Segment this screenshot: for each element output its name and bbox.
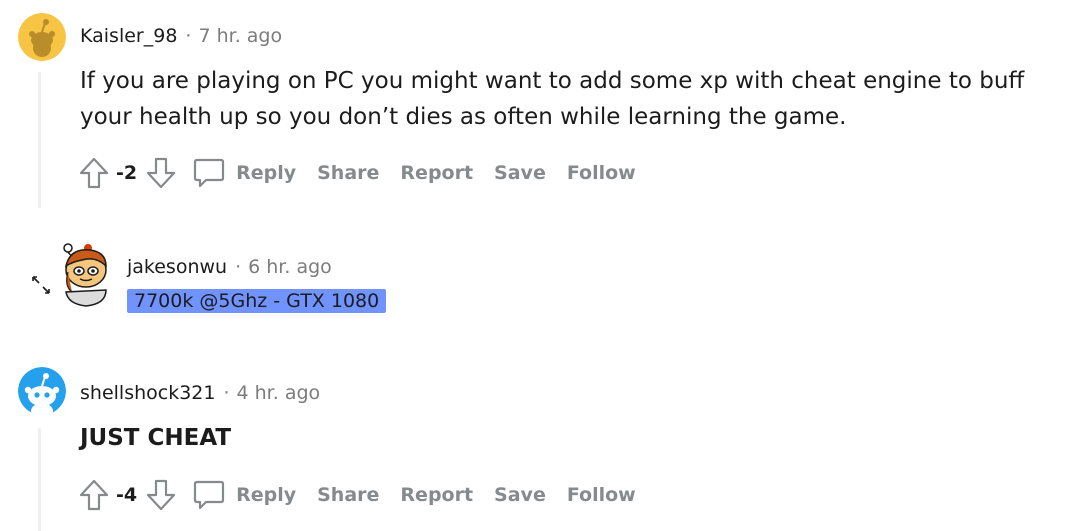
- follow-button[interactable]: Follow: [567, 162, 636, 184]
- meta-separator: ·: [223, 382, 230, 404]
- share-button[interactable]: Share: [317, 162, 379, 184]
- vote-score: -4: [116, 484, 138, 506]
- thread-line[interactable]: [38, 428, 41, 531]
- timestamp[interactable]: 7 hr. ago: [198, 25, 282, 47]
- comment-body: If you are playing on PC you might want …: [80, 68, 1025, 130]
- timestamp[interactable]: 4 hr. ago: [237, 382, 321, 404]
- save-button[interactable]: Save: [494, 484, 546, 506]
- reply-label: Reply: [236, 484, 297, 506]
- reply-label: Reply: [236, 162, 297, 184]
- reply-button[interactable]: Reply: [192, 478, 317, 512]
- comment-body: JUST CHEAT: [80, 425, 232, 451]
- avatar-kaisler[interactable]: [18, 13, 66, 61]
- comment-actions: -2 Reply Share Report Save Follow: [78, 155, 657, 191]
- follow-button[interactable]: Follow: [567, 484, 636, 506]
- thread-line[interactable]: [38, 72, 41, 208]
- reply-button[interactable]: Reply: [192, 156, 317, 190]
- downvote-arrow-icon[interactable]: [145, 478, 177, 512]
- report-button[interactable]: Report: [400, 484, 473, 506]
- avatar-shellshock[interactable]: [18, 367, 66, 415]
- comment-meta: Kaisler_98 · 7 hr. ago: [80, 25, 282, 47]
- report-button[interactable]: Report: [400, 162, 473, 184]
- user-flair: 7700k @5Ghz - GTX 1080: [127, 289, 387, 313]
- snoo-avatar-icon: [18, 367, 66, 415]
- comment-bubble-icon: [192, 156, 226, 190]
- vote-score: -2: [116, 162, 138, 184]
- author-link[interactable]: Kaisler_98: [80, 25, 177, 47]
- snoo-avatar-icon: [63, 243, 107, 307]
- snoo-avatar-icon: [18, 13, 66, 61]
- timestamp[interactable]: 6 hr. ago: [248, 256, 332, 278]
- save-button[interactable]: Save: [494, 162, 546, 184]
- avatar-jakesonwu[interactable]: [60, 242, 114, 308]
- author-link[interactable]: jakesonwu: [127, 256, 227, 278]
- expand-arrows-icon[interactable]: [30, 274, 52, 300]
- upvote-arrow-icon[interactable]: [78, 478, 110, 512]
- meta-separator: ·: [185, 25, 192, 47]
- author-link[interactable]: shellshock321: [80, 382, 215, 404]
- share-button[interactable]: Share: [317, 484, 379, 506]
- comment-actions: -4 Reply Share Report Save Follow: [78, 477, 657, 513]
- comment-bubble-icon: [192, 478, 226, 512]
- downvote-arrow-icon[interactable]: [145, 156, 177, 190]
- comment-meta: shellshock321 · 4 hr. ago: [80, 382, 320, 404]
- comment-meta: jakesonwu · 6 hr. ago: [127, 256, 332, 278]
- meta-separator: ·: [235, 256, 242, 278]
- upvote-arrow-icon[interactable]: [78, 156, 110, 190]
